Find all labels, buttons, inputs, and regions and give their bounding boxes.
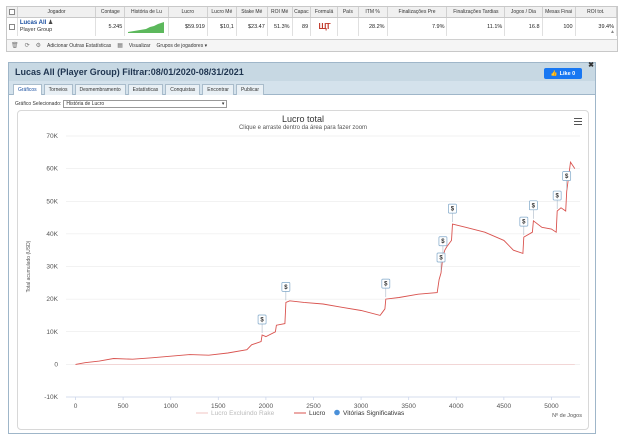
col-header-formula[interactable]: Formulá bbox=[310, 7, 338, 18]
profit-sparkline bbox=[128, 21, 165, 33]
player-name-link[interactable]: Lucas All bbox=[20, 20, 46, 26]
row-checkbox[interactable] bbox=[7, 17, 18, 36]
col-header-pais[interactable]: País bbox=[337, 7, 359, 18]
y-tick-label: 50K bbox=[46, 198, 58, 205]
count-cell: 5.245 bbox=[95, 17, 126, 36]
x-tick-label: 1500 bbox=[211, 403, 226, 410]
col-header-lucro[interactable]: Lucro bbox=[168, 7, 208, 18]
col-header-stake-medio[interactable]: Stake Mé bbox=[236, 7, 268, 18]
col-header-fin-tardias[interactable]: Finalizações Tardias bbox=[446, 7, 506, 18]
y-tick-label: 0 bbox=[54, 361, 58, 368]
panel-tabs: Gráficos Torneios Desmembramento Estatís… bbox=[9, 81, 595, 95]
formula-cell: ЩТ bbox=[310, 17, 338, 36]
player-groups-dropdown[interactable]: Grupos de jogadores ▾ bbox=[157, 43, 208, 49]
col-header-lucro-medio[interactable]: Lucro Mé bbox=[207, 7, 237, 18]
player-cell[interactable]: Lucas All ♟ Player Group bbox=[17, 17, 97, 36]
select-all-checkbox[interactable] bbox=[7, 7, 18, 18]
ability-cell: 89 bbox=[292, 17, 312, 36]
trash-icon[interactable]: 🗑 bbox=[11, 42, 19, 49]
grid-footer-toolbar: 🗑 ⟳ ⚙ Adicionar Outras Estatísticas ▦ Vi… bbox=[7, 39, 617, 51]
formula-badge: ЩТ bbox=[318, 22, 331, 32]
x-tick-label: 2500 bbox=[306, 403, 321, 410]
x-tick-label: 5000 bbox=[544, 403, 559, 410]
avg-stake-cell: $23.47 bbox=[236, 17, 268, 36]
tab-estatisticas[interactable]: Estatísticas bbox=[127, 84, 164, 95]
chart-plot-area[interactable]: -10K 0 10K 20K 30K 40K 50K 60K 70K 0 500 1000 1500 20… bbox=[18, 111, 590, 431]
player-group-label: Player Group bbox=[19, 26, 53, 33]
chart-type-select[interactable]: História de Lucro ▾ bbox=[63, 100, 228, 108]
chart-select-row: Gráfico Selecionado: História de Lucro ▾ bbox=[15, 100, 228, 108]
thumbs-up-icon: 👍 bbox=[550, 70, 558, 77]
y-tick-label: 10K bbox=[46, 329, 58, 336]
tab-publicar[interactable]: Publicar bbox=[235, 84, 265, 95]
y-tick-label: 70K bbox=[46, 133, 58, 140]
col-header-itm[interactable]: ITM % bbox=[358, 7, 388, 18]
y-axis-label: Total acumulado (USD) bbox=[26, 240, 32, 292]
col-header-fin-pre[interactable]: Finalizações Pre bbox=[387, 7, 448, 18]
y-tick-label: 30K bbox=[46, 264, 58, 271]
itm-cell: 28.2% bbox=[358, 17, 388, 36]
final-tables-cell: 100 bbox=[542, 17, 576, 36]
col-header-mesas-finais[interactable]: Mesas Finai bbox=[542, 7, 576, 18]
panel-title: Lucas All (Player Group) Filtrar:08/01/2… bbox=[15, 67, 244, 77]
col-header-capacidade[interactable]: Capac bbox=[292, 7, 312, 18]
country-cell bbox=[337, 17, 359, 36]
col-header-roi-medio[interactable]: ROI Mé bbox=[267, 7, 293, 18]
x-axis-label: Nº de Jogos bbox=[552, 412, 582, 419]
y-tick-label: -10K bbox=[44, 394, 58, 401]
early-finish-cell: 7.9% bbox=[387, 17, 448, 36]
avg-roi-cell: 51.3% bbox=[267, 17, 293, 36]
close-icon[interactable]: ✖ bbox=[588, 61, 594, 69]
tab-graficos[interactable]: Gráficos bbox=[13, 84, 42, 95]
view-icon[interactable]: ▦ bbox=[117, 42, 123, 49]
refresh-icon[interactable]: ⟳ bbox=[25, 42, 30, 49]
x-tick-label: 2000 bbox=[259, 403, 274, 410]
x-tick-label: 1000 bbox=[163, 403, 178, 410]
profit-sparkline-cell bbox=[124, 17, 169, 36]
x-tick-label: 4500 bbox=[497, 403, 512, 410]
chevron-down-icon: ▾ bbox=[221, 101, 225, 107]
tab-encontrar[interactable]: Encontrar bbox=[202, 84, 234, 95]
col-header-roi-tot[interactable]: ROI tot. bbox=[575, 7, 618, 18]
grid-header-row: Jogador Contage História de Lu Lucro Luc… bbox=[7, 7, 618, 18]
chart-select-label: Gráfico Selecionado: bbox=[15, 101, 62, 107]
x-tick-label: 0 bbox=[74, 403, 78, 410]
col-header-jogos-dia[interactable]: Jogos / Dia bbox=[504, 7, 543, 18]
add-stats-button[interactable]: Adicionar Outras Estatísticas bbox=[47, 43, 111, 49]
view-button[interactable]: Visualizar bbox=[129, 43, 151, 49]
profit-chart[interactable]: Lucro total Clique e arraste dentro da á… bbox=[17, 110, 589, 430]
legend-significant-label: Vitórias Significativas bbox=[343, 410, 405, 417]
settings-icon[interactable]: ⚙ bbox=[36, 42, 41, 49]
y-tick-label: 60K bbox=[46, 166, 58, 173]
user-icon: ♟ bbox=[47, 19, 54, 26]
player-detail-panel: Lucas All (Player Group) Filtrar:08/01/2… bbox=[8, 62, 596, 434]
facebook-like-button[interactable]: 👍 Like 0 bbox=[544, 68, 582, 79]
legend-no-rake-label: Lucro Excluindo Rake bbox=[211, 410, 275, 417]
profit-cell: $59.919 bbox=[168, 17, 208, 36]
tab-conquistas[interactable]: Conquistas bbox=[165, 84, 201, 95]
avg-profit-cell: $10,1 bbox=[207, 17, 237, 36]
profit-series-line bbox=[75, 160, 576, 365]
legend-profit-label: Lucro bbox=[309, 410, 326, 417]
legend-significant-swatch bbox=[334, 409, 340, 416]
chevron-down-icon: ▾ bbox=[204, 42, 208, 49]
table-row[interactable]: Lucas All ♟ Player Group 5.245 $59.919 $… bbox=[7, 17, 618, 36]
x-tick-label: 500 bbox=[118, 403, 129, 410]
panel-header: Lucas All (Player Group) Filtrar:08/01/2… bbox=[9, 63, 595, 81]
tab-desmembramento[interactable]: Desmembramento bbox=[74, 84, 126, 95]
col-header-contagem[interactable]: Contage bbox=[95, 7, 126, 18]
player-stats-grid: Jogador Contage História de Lu Lucro Luc… bbox=[6, 6, 618, 52]
x-tick-label: 3500 bbox=[401, 403, 416, 410]
x-tick-label: 3000 bbox=[354, 403, 369, 410]
games-per-day-cell: 16.8 bbox=[504, 17, 543, 36]
scroll-down-icon[interactable]: ▲ bbox=[610, 29, 615, 35]
y-tick-label: 20K bbox=[46, 296, 58, 303]
late-finish-cell: 11.1% bbox=[446, 17, 506, 36]
tab-torneios[interactable]: Torneios bbox=[43, 84, 73, 95]
col-header-jogador[interactable]: Jogador bbox=[17, 7, 97, 18]
x-tick-label: 4000 bbox=[449, 403, 464, 410]
col-header-historia[interactable]: História de Lu bbox=[124, 7, 169, 18]
y-tick-label: 40K bbox=[46, 231, 58, 238]
